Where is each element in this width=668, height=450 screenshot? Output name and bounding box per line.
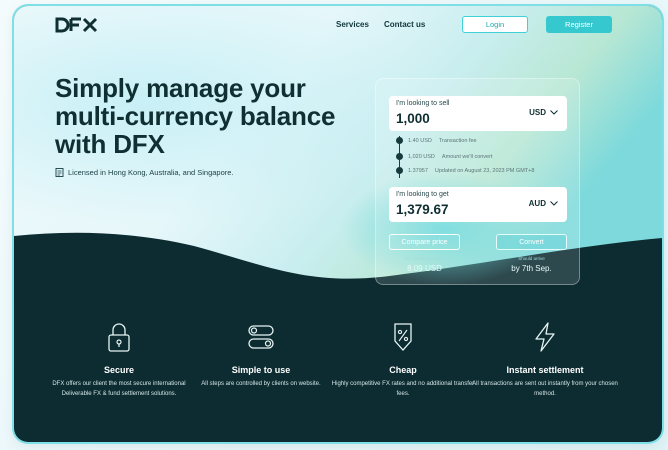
- sell-label: I'm looking to sell: [396, 100, 450, 107]
- get-label: I'm looking to get: [396, 191, 449, 198]
- lock-icon: [108, 323, 130, 352]
- step-convert-note: Amount we'll convert: [441, 153, 493, 160]
- step-convert-value: 1,020 USD: [408, 153, 435, 160]
- step-fee-note: Transaction fee: [438, 137, 477, 144]
- step-fee-value: 1.40 USD: [408, 137, 432, 144]
- get-amount-field[interactable]: I'm looking to get 1,379.67 AUD: [389, 187, 567, 222]
- sell-amount-value[interactable]: 1,000: [396, 111, 430, 126]
- convert-button[interactable]: Convert: [496, 234, 567, 250]
- step-fee: 1.40 USD Transaction fee: [396, 137, 477, 144]
- arrival-note: Should arrive: [518, 256, 545, 261]
- feature-secure-description: DFX offers our client the most secure in…: [52, 381, 186, 397]
- chevron-down-icon: [550, 110, 558, 115]
- feature-secure: Secure DFX offers our client the most se…: [44, 320, 194, 399]
- feature-secure-title: Secure: [103, 365, 135, 375]
- step-rate-note: Updated on August 23, 2023 PM GMT+8: [434, 167, 535, 174]
- top-navigation: Services Contact us Login Register: [14, 6, 662, 46]
- feature-simple-to-use: Simple to use All steps are controlled b…: [186, 320, 336, 390]
- license-text: Licensed in Hong Kong, Australia, and Si…: [68, 168, 234, 177]
- toggle-switch-icon: [248, 325, 274, 349]
- step-rate-value: 1.37957: [408, 167, 428, 174]
- savings-value: 8.09 USD: [407, 264, 442, 273]
- get-amount-value[interactable]: 1,379.67: [396, 202, 449, 217]
- dfx-logo[interactable]: [55, 14, 99, 36]
- get-currency-select[interactable]: AUD: [529, 199, 558, 208]
- login-button[interactable]: Login: [462, 16, 528, 33]
- feature-instant-title: Instant settlement: [506, 365, 584, 375]
- landing-page: Services Contact us Login Register Simpl…: [14, 6, 662, 442]
- sell-currency-select[interactable]: USD: [529, 108, 558, 117]
- feature-simple-title: Simple to use: [231, 365, 291, 375]
- feature-instant-description: All transactions are sent out instantly …: [472, 381, 618, 397]
- step-dot: [396, 167, 403, 174]
- license-notice: Licensed in Hong Kong, Australia, and Si…: [55, 168, 234, 177]
- nav-services-link[interactable]: Services: [336, 20, 369, 29]
- currency-converter-card: I'm looking to sell 1,000 USD 1.40 USD T…: [375, 78, 580, 285]
- lightning-icon: [535, 322, 555, 352]
- chevron-down-icon: [550, 201, 558, 206]
- feature-cheap: Cheap Highly competitive FX rates and no…: [328, 320, 478, 399]
- register-button[interactable]: Register: [546, 16, 612, 33]
- document-icon: [55, 168, 64, 177]
- feature-simple-description: All steps are controlled by clients on w…: [201, 381, 321, 387]
- percent-tag-icon: [394, 323, 412, 351]
- step-convert-amount: 1,020 USD Amount we'll convert: [396, 153, 492, 160]
- step-rate: 1.37957 Updated on August 23, 2023 PM GM…: [396, 167, 534, 174]
- step-dot: [396, 153, 403, 160]
- sell-currency-code: USD: [529, 108, 546, 117]
- nav-contact-link[interactable]: Contact us: [384, 20, 425, 29]
- conversion-steps: 1.40 USD Transaction fee 1,020 USD Amoun…: [396, 129, 571, 185]
- hero-headline: Simply manage your multi-currency balanc…: [55, 73, 336, 159]
- feature-instant-settlement: Instant settlement All transactions are …: [470, 320, 620, 399]
- arrival-value: by 7th Sep.: [511, 264, 552, 273]
- compare-price-button[interactable]: Compare price: [389, 234, 460, 250]
- step-dot: [396, 137, 403, 144]
- savings-note: You could save up to: [403, 256, 446, 261]
- feature-cheap-title: Cheap: [389, 365, 417, 375]
- dfx-logo-icon: [55, 17, 98, 33]
- get-currency-code: AUD: [528, 199, 546, 208]
- sell-amount-field[interactable]: I'm looking to sell 1,000 USD: [389, 96, 567, 131]
- feature-cheap-description: Highly competitive FX rates and no addit…: [331, 381, 475, 397]
